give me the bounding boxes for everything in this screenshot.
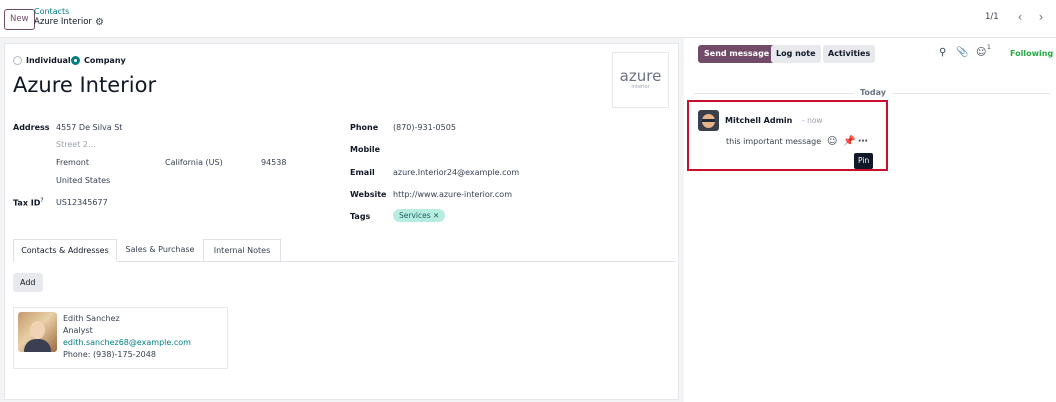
email-field[interactable]: azure.Interior24@example.com bbox=[393, 168, 519, 177]
logo-text: azure bbox=[619, 67, 662, 85]
close-icon[interactable]: ✕ bbox=[433, 211, 439, 220]
radio-individual[interactable]: Individual bbox=[13, 56, 71, 65]
radio-company[interactable]: Company bbox=[71, 56, 126, 65]
tax-id-field[interactable]: US12345677 bbox=[56, 198, 108, 207]
street-field[interactable]: 4557 De Silva St bbox=[56, 123, 122, 132]
city-field[interactable]: Fremont bbox=[56, 158, 89, 167]
search-icon[interactable]: ⚲ bbox=[939, 47, 946, 58]
radio-individual-label: Individual bbox=[26, 56, 71, 65]
mobile-label: Mobile bbox=[350, 145, 381, 154]
message-author[interactable]: Mitchell Admin bbox=[725, 116, 792, 125]
chevron-left-icon[interactable]: ‹ bbox=[1011, 9, 1029, 27]
tab-internal-notes[interactable]: Internal Notes bbox=[203, 239, 281, 262]
author-avatar[interactable] bbox=[698, 110, 719, 131]
tag-badge[interactable]: Services ✕ bbox=[393, 209, 446, 222]
radio-unchecked-icon bbox=[13, 56, 22, 65]
message-time: - now bbox=[802, 116, 823, 125]
state-field[interactable]: California (US) bbox=[165, 158, 223, 167]
tax-id-label-text: Tax ID bbox=[13, 198, 41, 208]
send-message-button[interactable]: Send message bbox=[698, 45, 776, 63]
paperclip-icon[interactable]: 📎 bbox=[956, 47, 968, 58]
user-icon[interactable]: ☺ bbox=[976, 47, 986, 58]
form-sheet: Individual Company Azure Interior azure … bbox=[4, 43, 679, 400]
date-divider: Today bbox=[854, 88, 892, 97]
breadcrumb-current: Azure Interior bbox=[34, 17, 92, 27]
pager-value[interactable]: 1/1 bbox=[985, 12, 999, 22]
chevron-right-icon[interactable]: › bbox=[1032, 9, 1050, 27]
contact-avatar bbox=[18, 312, 57, 352]
pin-icon[interactable]: 📌 bbox=[843, 136, 855, 147]
avatar-face-shape bbox=[30, 321, 45, 339]
log-note-button[interactable]: Log note bbox=[771, 45, 821, 63]
breadcrumb-contacts[interactable]: Contacts bbox=[34, 7, 69, 16]
message-body: this important message bbox=[726, 137, 822, 146]
pin-tooltip: Pin bbox=[854, 153, 874, 169]
tab-contacts-addresses[interactable]: Contacts & Addresses bbox=[13, 239, 117, 262]
new-button[interactable]: New bbox=[4, 9, 35, 30]
phone-label: Phone bbox=[350, 123, 379, 132]
add-contact-button[interactable]: Add bbox=[13, 273, 43, 292]
partner-name-field[interactable]: Azure Interior bbox=[13, 73, 156, 97]
website-label: Website bbox=[350, 190, 387, 199]
contact-role: Analyst bbox=[63, 326, 93, 335]
avatar-body-shape bbox=[24, 339, 51, 352]
contact-email[interactable]: edith.sanchez68@example.com bbox=[63, 338, 191, 347]
zip-field[interactable]: 94538 bbox=[261, 158, 286, 167]
notebook-tabs: Contacts & Addresses Sales & Purchase In… bbox=[13, 239, 676, 262]
phone-field[interactable]: (870)-931-0505 bbox=[393, 123, 456, 132]
tax-id-label: Tax ID? bbox=[13, 197, 44, 208]
tags-label: Tags bbox=[350, 212, 371, 221]
address-label: Address bbox=[13, 123, 50, 132]
radio-checked-icon bbox=[71, 56, 80, 65]
more-actions-icon[interactable]: ⋯ bbox=[858, 136, 868, 147]
followers-count: 1 bbox=[987, 44, 991, 51]
gear-icon[interactable]: ⚙ bbox=[95, 17, 104, 28]
add-reaction-icon[interactable]: ☺ bbox=[827, 136, 837, 147]
chatter-panel: Send message Log note Activities ⚲ 📎 ☺ 1… bbox=[684, 38, 1056, 402]
email-label: Email bbox=[350, 168, 375, 177]
control-panel: New Contacts Azure Interior ⚙ 1/1 ‹ › bbox=[0, 0, 1056, 38]
radio-company-label: Company bbox=[84, 56, 126, 65]
contact-phone: Phone: (938)-175-2048 bbox=[63, 350, 156, 359]
avatar-glasses-shape bbox=[702, 119, 715, 122]
website-field[interactable]: http://www.azure-interior.com bbox=[393, 190, 512, 199]
country-field[interactable]: United States bbox=[56, 176, 110, 185]
help-icon[interactable]: ? bbox=[40, 197, 43, 204]
activities-button[interactable]: Activities bbox=[823, 45, 876, 63]
following-button[interactable]: Following bbox=[1010, 49, 1053, 58]
contact-name: Edith Sanchez bbox=[63, 314, 120, 323]
company-logo[interactable]: azure interior bbox=[612, 52, 669, 108]
tag-label: Services bbox=[399, 211, 431, 220]
tab-sales-purchase[interactable]: Sales & Purchase bbox=[117, 239, 203, 262]
street2-field[interactable]: Street 2... bbox=[56, 140, 96, 149]
contact-card[interactable]: Edith Sanchez Analyst edith.sanchez68@ex… bbox=[13, 307, 228, 369]
